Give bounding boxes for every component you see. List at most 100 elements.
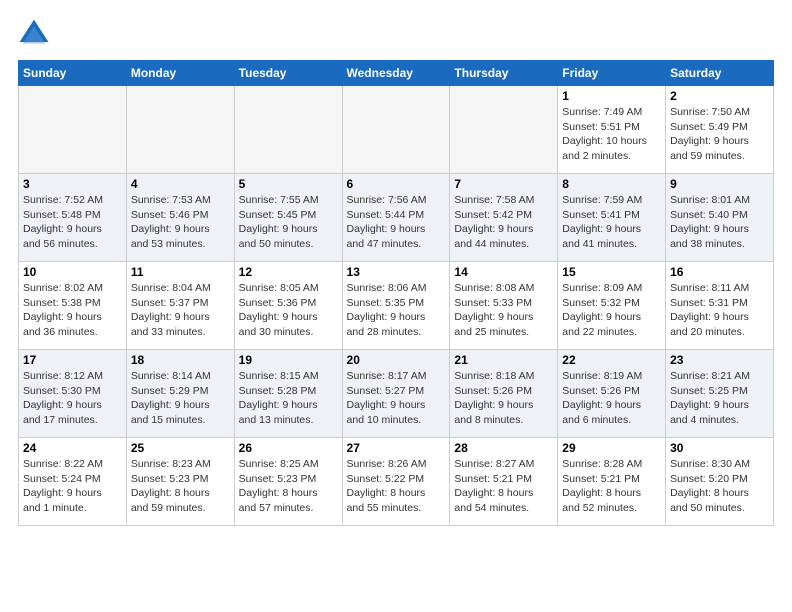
day-number: 25 [131,441,230,455]
day-number: 21 [454,353,553,367]
calendar-cell: 18Sunrise: 8:14 AM Sunset: 5:29 PM Dayli… [126,350,234,438]
calendar-cell: 19Sunrise: 8:15 AM Sunset: 5:28 PM Dayli… [234,350,342,438]
calendar-cell [342,86,450,174]
day-info: Sunrise: 7:59 AM Sunset: 5:41 PM Dayligh… [562,193,661,252]
calendar-cell: 4 Sunrise: 7:53 AM Sunset: 5:46 PM Daylig… [126,174,234,262]
day-info: Sunrise: 7:50 AM Sunset: 5:49 PM Dayligh… [670,105,769,164]
day-info: Sunrise: 8:25 AM Sunset: 5:23 PM Dayligh… [239,457,338,516]
logo-icon [18,18,50,50]
calendar-cell: 1 Sunrise: 7:49 AM Sunset: 5:51 PM Daylig… [558,86,666,174]
day-number: 20 [347,353,446,367]
calendar-cell: 14 Sunrise: 8:08 AM Sunset: 5:33 PM Dayli… [450,262,558,350]
day-info: Sunrise: 8:23 AM Sunset: 5:23 PM Dayligh… [131,457,230,516]
day-number: 4 [131,177,230,191]
calendar-cell: 12 Sunrise: 8:05 AM Sunset: 5:36 PM Dayli… [234,262,342,350]
day-number: 16 [670,265,769,279]
day-number: 1 [562,89,661,103]
day-number: 11 [131,265,230,279]
day-number: 29 [562,441,661,455]
day-number: 5 [239,177,338,191]
calendar-cell: 5 Sunrise: 7:55 AM Sunset: 5:45 PM Daylig… [234,174,342,262]
day-number: 22 [562,353,661,367]
day-info: Sunrise: 8:30 AM Sunset: 5:20 PM Dayligh… [670,457,769,516]
day-number: 7 [454,177,553,191]
calendar-cell [234,86,342,174]
day-info: Sunrise: 8:09 AM Sunset: 5:32 PM Dayligh… [562,281,661,340]
day-info: Sunrise: 7:58 AM Sunset: 5:42 PM Dayligh… [454,193,553,252]
weekday-header: Tuesday [234,61,342,86]
calendar-week-row: 10Sunrise: 8:02 AM Sunset: 5:38 PM Dayli… [19,262,774,350]
weekday-header: Friday [558,61,666,86]
header [18,18,774,50]
day-info: Sunrise: 8:26 AM Sunset: 5:22 PM Dayligh… [347,457,446,516]
calendar-week-row: 17 Sunrise: 8:12 AM Sunset: 5:30 PM Dayli… [19,350,774,438]
weekday-header: Wednesday [342,61,450,86]
calendar-cell: 27 Sunrise: 8:26 AM Sunset: 5:22 PM Dayli… [342,438,450,526]
calendar-cell: 29Sunrise: 8:28 AM Sunset: 5:21 PM Dayli… [558,438,666,526]
calendar-cell: 16 Sunrise: 8:11 AM Sunset: 5:31 PM Dayli… [666,262,774,350]
calendar-cell: 3 Sunrise: 7:52 AM Sunset: 5:48 PM Daylig… [19,174,127,262]
calendar-cell: 30Sunrise: 8:30 AM Sunset: 5:20 PM Dayli… [666,438,774,526]
calendar-cell: 11 Sunrise: 8:04 AM Sunset: 5:37 PM Dayli… [126,262,234,350]
calendar-cell: 22 Sunrise: 8:19 AM Sunset: 5:26 PM Dayli… [558,350,666,438]
day-info: Sunrise: 8:17 AM Sunset: 5:27 PM Dayligh… [347,369,446,428]
day-info: Sunrise: 8:01 AM Sunset: 5:40 PM Dayligh… [670,193,769,252]
weekday-header: Monday [126,61,234,86]
calendar-cell: 20 Sunrise: 8:17 AM Sunset: 5:27 PM Dayli… [342,350,450,438]
day-info: Sunrise: 8:27 AM Sunset: 5:21 PM Dayligh… [454,457,553,516]
day-info: Sunrise: 8:19 AM Sunset: 5:26 PM Dayligh… [562,369,661,428]
day-info: Sunrise: 8:08 AM Sunset: 5:33 PM Dayligh… [454,281,553,340]
day-number: 6 [347,177,446,191]
day-number: 3 [23,177,122,191]
calendar: SundayMondayTuesdayWednesdayThursdayFrid… [18,60,774,526]
day-number: 17 [23,353,122,367]
day-info: Sunrise: 8:06 AM Sunset: 5:35 PM Dayligh… [347,281,446,340]
day-info: Sunrise: 8:11 AM Sunset: 5:31 PM Dayligh… [670,281,769,340]
day-info: Sunrise: 8:22 AM Sunset: 5:24 PM Dayligh… [23,457,122,516]
day-number: 12 [239,265,338,279]
weekday-header: Sunday [19,61,127,86]
day-number: 2 [670,89,769,103]
day-info: Sunrise: 8:12 AM Sunset: 5:30 PM Dayligh… [23,369,122,428]
day-number: 26 [239,441,338,455]
calendar-cell: 26 Sunrise: 8:25 AM Sunset: 5:23 PM Dayli… [234,438,342,526]
weekday-header-row: SundayMondayTuesdayWednesdayThursdayFrid… [19,61,774,86]
calendar-cell: 21Sunrise: 8:18 AM Sunset: 5:26 PM Dayli… [450,350,558,438]
calendar-cell: 15 Sunrise: 8:09 AM Sunset: 5:32 PM Dayli… [558,262,666,350]
calendar-cell: 17 Sunrise: 8:12 AM Sunset: 5:30 PM Dayli… [19,350,127,438]
calendar-week-row: 3 Sunrise: 7:52 AM Sunset: 5:48 PM Daylig… [19,174,774,262]
calendar-cell: 10Sunrise: 8:02 AM Sunset: 5:38 PM Dayli… [19,262,127,350]
calendar-week-row: 24Sunrise: 8:22 AM Sunset: 5:24 PM Dayli… [19,438,774,526]
day-info: Sunrise: 8:05 AM Sunset: 5:36 PM Dayligh… [239,281,338,340]
weekday-header: Thursday [450,61,558,86]
calendar-cell: 6 Sunrise: 7:56 AM Sunset: 5:44 PM Daylig… [342,174,450,262]
calendar-cell: 8 Sunrise: 7:59 AM Sunset: 5:41 PM Daylig… [558,174,666,262]
day-info: Sunrise: 7:55 AM Sunset: 5:45 PM Dayligh… [239,193,338,252]
logo [18,18,54,50]
calendar-cell: 24Sunrise: 8:22 AM Sunset: 5:24 PM Dayli… [19,438,127,526]
day-info: Sunrise: 7:49 AM Sunset: 5:51 PM Dayligh… [562,105,661,164]
day-number: 10 [23,265,122,279]
day-info: Sunrise: 7:56 AM Sunset: 5:44 PM Dayligh… [347,193,446,252]
day-number: 14 [454,265,553,279]
calendar-cell: 13Sunrise: 8:06 AM Sunset: 5:35 PM Dayli… [342,262,450,350]
day-number: 15 [562,265,661,279]
calendar-cell: 25 Sunrise: 8:23 AM Sunset: 5:23 PM Dayli… [126,438,234,526]
day-info: Sunrise: 7:52 AM Sunset: 5:48 PM Dayligh… [23,193,122,252]
calendar-cell: 9Sunrise: 8:01 AM Sunset: 5:40 PM Daylig… [666,174,774,262]
calendar-week-row: 1 Sunrise: 7:49 AM Sunset: 5:51 PM Daylig… [19,86,774,174]
day-number: 27 [347,441,446,455]
day-number: 23 [670,353,769,367]
calendar-cell: 7 Sunrise: 7:58 AM Sunset: 5:42 PM Daylig… [450,174,558,262]
calendar-cell: 28 Sunrise: 8:27 AM Sunset: 5:21 PM Dayli… [450,438,558,526]
day-info: Sunrise: 7:53 AM Sunset: 5:46 PM Dayligh… [131,193,230,252]
calendar-cell [450,86,558,174]
day-number: 8 [562,177,661,191]
calendar-cell [126,86,234,174]
day-info: Sunrise: 8:21 AM Sunset: 5:25 PM Dayligh… [670,369,769,428]
day-number: 18 [131,353,230,367]
page: SundayMondayTuesdayWednesdayThursdayFrid… [0,0,792,536]
calendar-cell: 23 Sunrise: 8:21 AM Sunset: 5:25 PM Dayli… [666,350,774,438]
day-number: 28 [454,441,553,455]
day-info: Sunrise: 8:04 AM Sunset: 5:37 PM Dayligh… [131,281,230,340]
